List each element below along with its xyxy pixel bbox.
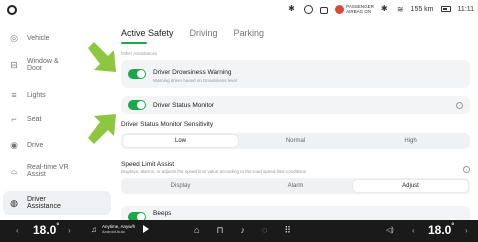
clock: 11:11 <box>457 5 474 13</box>
beeps-title: Beeps <box>153 210 172 217</box>
sidebar-item-driver-assistance[interactable]: ◍ Driver Assistance <box>3 191 111 215</box>
active-tab-indicator <box>121 42 147 44</box>
no-sound-icon <box>288 4 297 14</box>
annotation-arrow-status-monitor <box>88 114 116 144</box>
bluetooth-icon <box>381 4 390 14</box>
volume-icon[interactable]: ◁) <box>386 226 394 234</box>
left-temperature[interactable]: 18.0° <box>33 223 59 237</box>
beeps-toggle[interactable] <box>128 212 146 220</box>
section-label: Other Assistances <box>121 51 158 56</box>
settings-content: Active Safety Driving Parking Other Assi… <box>114 20 478 220</box>
speed-limit-subtitle: Displays, alarms, or adjusts the speed l… <box>121 169 307 174</box>
sensitivity-title: Driver Status Monitor Sensitivity <box>121 121 214 128</box>
sidebar-item-lights[interactable]: ≡ Lights <box>8 90 108 100</box>
steering-wheel-icon: ◎ <box>10 32 18 43</box>
seat-icon: ⌐ <box>11 114 17 124</box>
steering-wheel-icon: ◉ <box>10 139 18 150</box>
sensitivity-selector: Low Normal High <box>121 133 470 149</box>
status-monitor-toggle[interactable] <box>128 100 146 110</box>
speed-limit-selector: Display Alarm Adjust <box>121 178 470 194</box>
headlight-icon: ≡ <box>11 90 17 100</box>
temp-left-increase-icon[interactable]: › <box>68 226 71 235</box>
speed-limit-title: Speed Limit Assist <box>121 161 175 168</box>
passenger-airbag-indicator: PASSENGER AIRBAG ON <box>335 4 374 14</box>
app-grid-icon[interactable]: ⠿ <box>284 225 291 236</box>
drowsiness-warning-row[interactable]: Driver Drowsiness Warning Warning driver… <box>121 60 470 88</box>
range-readout: 155 km <box>410 5 434 13</box>
temp-right-increase-icon[interactable]: › <box>465 226 468 235</box>
tab-bar: Active Safety Driving Parking <box>121 28 264 38</box>
sidebar-item-realtime-vr-assist[interactable]: ⌓ Real-time VR Assist <box>8 164 108 178</box>
airbag-icon <box>335 4 345 14</box>
status-icons: PASSENGER AIRBAG ON ≋ 155 km 11:11 <box>288 4 474 15</box>
car-icon[interactable]: ⊓ <box>216 225 223 236</box>
status-monitor-row[interactable]: Driver Status Monitor › <box>121 96 470 114</box>
battery-icon <box>440 6 451 12</box>
wifi-icon: ≋ <box>396 4 404 14</box>
music-icon[interactable]: ♪ <box>240 225 245 236</box>
bottom-dock: ‹ 18.0° › ♫ Anytime, Anyw/h Android Auto… <box>0 220 478 242</box>
right-temperature[interactable]: 18.0° <box>428 223 454 237</box>
play-icon[interactable] <box>143 225 150 233</box>
status-bar: PASSENGER AIRBAG ON ≋ 155 km 11:11 <box>0 0 478 20</box>
driver-monitor-icon <box>304 4 314 14</box>
sensitivity-option-high[interactable]: High <box>353 135 468 147</box>
sensitivity-option-normal[interactable]: Normal <box>238 135 353 147</box>
beeps-row[interactable]: Beeps <box>121 206 470 220</box>
music-note-icon: ♫ <box>91 224 97 234</box>
car-view-icon: ⌓ <box>10 165 18 176</box>
status-monitor-title: Driver Status Monitor <box>153 102 215 109</box>
lock-icon <box>320 6 329 14</box>
drowsiness-warning-title: Driver Drowsiness Warning <box>153 69 232 76</box>
sensitivity-option-low[interactable]: Low <box>123 135 238 147</box>
tab-parking[interactable]: Parking <box>234 28 265 38</box>
temp-left-decrease-icon[interactable]: ‹ <box>16 226 19 235</box>
speed-limit-info-icon[interactable]: › <box>463 166 470 173</box>
annotation-arrow-drowsiness <box>88 42 116 72</box>
status-monitor-info-icon[interactable]: › <box>456 102 463 109</box>
drowsiness-warning-toggle[interactable] <box>128 69 146 79</box>
speed-limit-option-adjust[interactable]: Adjust <box>353 180 468 192</box>
dock-app-icons: ⌂ ⊓ ♪ ◌ ⠿ <box>194 225 291 236</box>
brand-logo-icon <box>7 5 17 15</box>
song-artist: Android Auto <box>102 229 125 234</box>
driver-assist-icon: ◍ <box>10 197 18 208</box>
tab-active-safety[interactable]: Active Safety <box>121 28 174 38</box>
speed-limit-option-display[interactable]: Display <box>123 180 238 192</box>
temp-right-decrease-icon[interactable]: ‹ <box>412 226 415 235</box>
camera-360-icon[interactable]: ◌ <box>262 225 267 236</box>
media-widget[interactable]: ♫ Anytime, Anyw/h Android Auto <box>91 224 150 234</box>
speed-limit-option-alarm[interactable]: Alarm <box>238 180 353 192</box>
drowsiness-warning-subtitle: Warning driver based on Drowsiness level <box>153 78 237 83</box>
home-icon[interactable]: ⌂ <box>194 225 199 236</box>
window-icon: ⊟ <box>10 59 18 70</box>
tab-driving[interactable]: Driving <box>190 28 218 38</box>
